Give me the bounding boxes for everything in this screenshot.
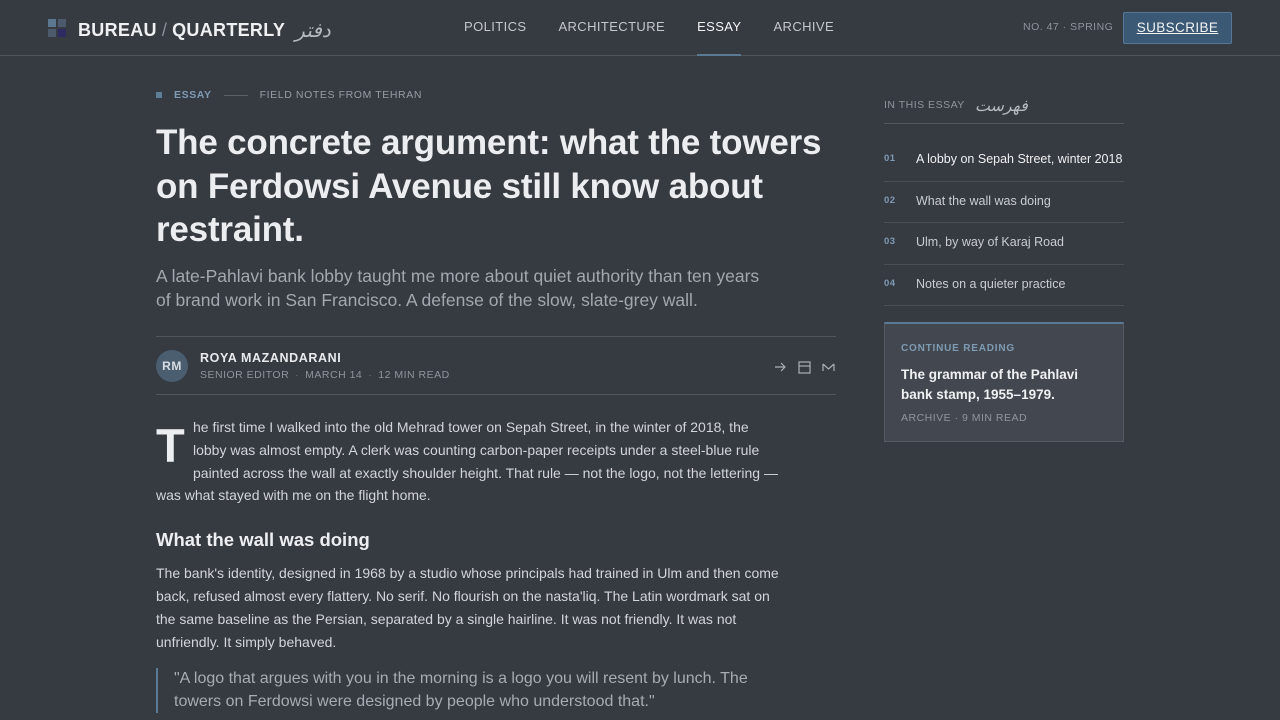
pull-quote: "A logo that argues with you in the morn… — [156, 668, 784, 714]
article-meta: SENIOR EDITOR · MARCH 14 · 12 MIN READ — [200, 369, 450, 381]
mail-icon[interactable] — [820, 359, 836, 375]
brand-farsi-wordmark: دفتر — [295, 18, 331, 42]
toc-item-number: 04 — [884, 277, 896, 289]
nav-item-politics[interactable]: POLITICS — [464, 0, 526, 56]
article-date: MARCH 14 — [305, 369, 363, 381]
nav-item-archive[interactable]: ARCHIVE — [773, 0, 834, 56]
brand-name-right: QUARTERLY — [172, 19, 286, 40]
share-actions — [764, 359, 836, 375]
card-meta: ARCHIVE · 9 MIN READ — [901, 412, 1028, 424]
toc-header: IN THIS ESSAY فهرست — [884, 96, 1124, 124]
brand-logo[interactable]: BUREAU / QUARTERLY دفتر — [48, 15, 331, 45]
byline: RM ROYA MAZANDARANI SENIOR EDITOR · MARCH … — [156, 336, 836, 395]
toc-item[interactable]: 04 Notes on a quieter practice — [884, 265, 1124, 306]
brand-mark-icon — [48, 18, 67, 38]
article-title: The concrete argument: what the towers o… — [156, 123, 822, 249]
kicker-square-icon — [156, 92, 162, 98]
toc-farsi-label: فهرست — [974, 96, 1028, 115]
paragraph: The first time I walked into the old Meh… — [156, 416, 784, 507]
paragraph-text: he first time I walked into the old Mehr… — [156, 419, 778, 504]
toc-item-number: 01 — [884, 153, 896, 164]
kicker-series-link[interactable]: FIELD NOTES FROM TEHRAN — [260, 89, 422, 101]
kicker-divider — [223, 94, 248, 96]
drop-cap: T — [156, 419, 185, 472]
bookmark-icon[interactable] — [796, 359, 812, 375]
article-dek: A late-Pahlavi bank lobby taught me more… — [156, 266, 760, 310]
toc-item-text: Notes on a quieter practice — [916, 276, 1066, 291]
issue-number: NO. 47 · SPRING — [1023, 21, 1114, 33]
author-avatar[interactable]: RM — [156, 350, 188, 382]
brand-name: BUREAU / QUARTERLY — [78, 20, 285, 41]
toc-label: IN THIS ESSAY — [884, 99, 965, 111]
paragraph: The bank's identity, designed in 1968 by… — [156, 565, 779, 650]
toc-item-text: What the wall was doing — [916, 193, 1051, 208]
continue-reading-card[interactable]: CONTINUE READING The grammar of the Pahl… — [884, 322, 1124, 442]
top-bar: BUREAU / QUARTERLY دفتر POLITICS ARCHITECT… — [0, 0, 1280, 56]
card-title: The grammar of the Pahlavi bank stamp, 1… — [901, 367, 1079, 402]
toc-item-number: 02 — [884, 194, 896, 206]
brand-separator: / — [161, 19, 168, 40]
toc-item[interactable]: 01 A lobby on Sepah Street, winter 2018 — [884, 140, 1124, 182]
nav-item-architecture[interactable]: ARCHITECTURE — [558, 0, 665, 56]
toc-item-number: 03 — [884, 236, 896, 247]
toc-item-text: A lobby on Sepah Street, winter 2018 — [916, 152, 1123, 166]
kicker-section-link[interactable]: ESSAY — [174, 89, 212, 101]
nav-item-essay[interactable]: ESSAY — [697, 0, 742, 56]
brand-name-left: BUREAU — [78, 19, 157, 40]
author-name[interactable]: ROYA MAZANDARANI — [200, 351, 341, 365]
article-kicker: ESSAY FIELD NOTES FROM TEHRAN — [156, 89, 422, 101]
toc-item[interactable]: 02 What the wall was doing — [884, 182, 1124, 223]
article-body: The first time I walked into the old Meh… — [156, 416, 784, 714]
section-heading: What the wall was doing — [156, 529, 370, 551]
toc-item[interactable]: 03 Ulm, by way of Karaj Road — [884, 223, 1124, 265]
table-of-contents: 01 A lobby on Sepah Street, winter 2018 … — [884, 140, 1124, 306]
author-role: SENIOR EDITOR — [200, 369, 290, 381]
arrow-right-icon[interactable] — [772, 359, 788, 375]
main-nav: POLITICS ARCHITECTURE ESSAY ARCHIVE — [464, 0, 866, 56]
read-time: 12 MIN READ — [378, 369, 450, 381]
subscribe-button[interactable]: SUBSCRIBE — [1123, 12, 1232, 44]
toc-item-text: Ulm, by way of Karaj Road — [916, 235, 1064, 249]
card-label: CONTINUE READING — [901, 343, 1015, 354]
